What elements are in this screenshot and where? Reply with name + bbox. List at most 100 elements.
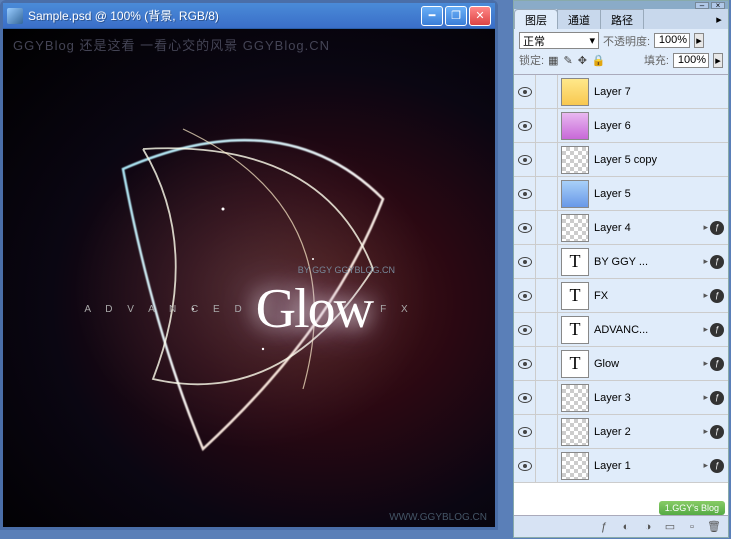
- layer-row[interactable]: T FX ▸ƒ: [514, 279, 728, 313]
- fx-badge-icon[interactable]: ƒ: [710, 323, 724, 337]
- layer-row[interactable]: T Glow ▸ƒ: [514, 347, 728, 381]
- lock-pixels-icon[interactable]: ✎: [563, 54, 572, 67]
- layer-name[interactable]: Layer 2: [592, 426, 703, 438]
- layer-thumb[interactable]: [561, 112, 589, 140]
- fx-expand-icon[interactable]: ▸: [703, 256, 708, 267]
- link-col[interactable]: [536, 75, 558, 108]
- layer-thumb[interactable]: [561, 214, 589, 242]
- fx-expand-icon[interactable]: ▸: [703, 324, 708, 335]
- minimize-button[interactable]: ━: [421, 6, 443, 26]
- titlebar[interactable]: Sample.psd @ 100% (背景, RGB/8) ━ ❐ ✕: [3, 3, 495, 29]
- layer-row[interactable]: Layer 2 ▸ƒ: [514, 415, 728, 449]
- fill-input[interactable]: 100%: [673, 53, 709, 68]
- layer-thumb[interactable]: [561, 78, 589, 106]
- type-layer-thumb[interactable]: T: [561, 282, 589, 310]
- fx-badge-icon[interactable]: ƒ: [710, 221, 724, 235]
- close-button[interactable]: ✕: [469, 6, 491, 26]
- lock-all-icon[interactable]: 🔒: [592, 54, 606, 67]
- fill-slider-icon[interactable]: ▸: [713, 53, 723, 68]
- layer-name[interactable]: ADVANC...: [592, 324, 703, 336]
- link-col[interactable]: [536, 109, 558, 142]
- visibility-toggle[interactable]: [514, 75, 536, 108]
- layer-mask-icon[interactable]: ◐: [618, 519, 634, 535]
- layer-thumb[interactable]: [561, 384, 589, 412]
- panel-close-icon[interactable]: ×: [711, 2, 725, 9]
- link-col[interactable]: [536, 143, 558, 176]
- visibility-toggle[interactable]: [514, 415, 536, 448]
- layer-row[interactable]: Layer 3 ▸ƒ: [514, 381, 728, 415]
- maximize-button[interactable]: ❐: [445, 6, 467, 26]
- fx-badge-icon[interactable]: ƒ: [710, 289, 724, 303]
- lock-position-icon[interactable]: ✥: [578, 54, 587, 67]
- layer-thumb[interactable]: [561, 180, 589, 208]
- adjustment-layer-icon[interactable]: ◑: [640, 519, 656, 535]
- link-col[interactable]: [536, 381, 558, 414]
- visibility-toggle[interactable]: [514, 347, 536, 380]
- layer-row[interactable]: Layer 5 copy: [514, 143, 728, 177]
- tab-layers[interactable]: 图层: [514, 9, 558, 29]
- visibility-toggle[interactable]: [514, 245, 536, 278]
- visibility-toggle[interactable]: [514, 177, 536, 210]
- visibility-toggle[interactable]: [514, 143, 536, 176]
- visibility-toggle[interactable]: [514, 449, 536, 482]
- layer-name[interactable]: Layer 5 copy: [592, 154, 728, 166]
- fx-badge-icon[interactable]: ƒ: [710, 425, 724, 439]
- link-col[interactable]: [536, 415, 558, 448]
- fx-badge-icon[interactable]: ƒ: [710, 391, 724, 405]
- fx-badge-icon[interactable]: ƒ: [710, 459, 724, 473]
- fx-expand-icon[interactable]: ▸: [703, 392, 708, 403]
- panel-handle[interactable]: – ×: [514, 1, 728, 9]
- opacity-slider-icon[interactable]: ▸: [694, 33, 704, 48]
- fx-badge-icon[interactable]: ƒ: [710, 255, 724, 269]
- layer-row[interactable]: T BY GGY ... ▸ƒ: [514, 245, 728, 279]
- fx-menu-icon[interactable]: ƒ: [596, 519, 612, 535]
- layer-row[interactable]: Layer 7: [514, 75, 728, 109]
- type-layer-thumb[interactable]: T: [561, 316, 589, 344]
- layer-row[interactable]: Layer 6: [514, 109, 728, 143]
- tab-channels[interactable]: 通道: [557, 9, 601, 29]
- layer-name[interactable]: Layer 7: [592, 86, 728, 98]
- layer-row[interactable]: Layer 1 ▸ƒ: [514, 449, 728, 483]
- layer-thumb[interactable]: [561, 418, 589, 446]
- link-col[interactable]: [536, 177, 558, 210]
- visibility-toggle[interactable]: [514, 313, 536, 346]
- canvas-area[interactable]: GGYBlog 还是这看 一看心交的风景 GGYBlog.CN BY GGY G…: [3, 29, 495, 527]
- visibility-toggle[interactable]: [514, 381, 536, 414]
- layer-name[interactable]: Glow: [592, 358, 703, 370]
- fx-expand-icon[interactable]: ▸: [703, 460, 708, 471]
- link-col[interactable]: [536, 313, 558, 346]
- layer-name[interactable]: Layer 4: [592, 222, 703, 234]
- opacity-input[interactable]: 100%: [654, 33, 690, 48]
- fx-expand-icon[interactable]: ▸: [703, 290, 708, 301]
- fx-expand-icon[interactable]: ▸: [703, 222, 708, 233]
- panel-minimize-icon[interactable]: –: [695, 2, 709, 9]
- tab-paths[interactable]: 路径: [600, 9, 644, 29]
- delete-layer-icon[interactable]: 🗑: [706, 519, 722, 535]
- type-layer-thumb[interactable]: T: [561, 248, 589, 276]
- link-col[interactable]: [536, 211, 558, 244]
- new-group-icon[interactable]: ▭: [662, 519, 678, 535]
- fx-expand-icon[interactable]: ▸: [703, 358, 708, 369]
- layer-list[interactable]: Layer 7 Layer 6 Layer 5 copy Layer 5 Lay…: [514, 75, 728, 515]
- layer-row[interactable]: Layer 5: [514, 177, 728, 211]
- blend-mode-select[interactable]: 正常 ▾: [519, 32, 599, 49]
- layer-thumb[interactable]: [561, 452, 589, 480]
- new-layer-icon[interactable]: ▫: [684, 519, 700, 535]
- link-col[interactable]: [536, 347, 558, 380]
- visibility-toggle[interactable]: [514, 109, 536, 142]
- layer-name[interactable]: FX: [592, 290, 703, 302]
- layer-name[interactable]: BY GGY ...: [592, 256, 703, 268]
- type-layer-thumb[interactable]: T: [561, 350, 589, 378]
- layer-name[interactable]: Layer 5: [592, 188, 728, 200]
- layer-thumb[interactable]: [561, 146, 589, 174]
- link-col[interactable]: [536, 279, 558, 312]
- panel-menu-icon[interactable]: ▸: [710, 9, 728, 29]
- layer-name[interactable]: Layer 3: [592, 392, 703, 404]
- layer-name[interactable]: Layer 1: [592, 460, 703, 472]
- fx-badge-icon[interactable]: ƒ: [710, 357, 724, 371]
- visibility-toggle[interactable]: [514, 279, 536, 312]
- layer-row[interactable]: Layer 4 ▸ƒ: [514, 211, 728, 245]
- link-col[interactable]: [536, 245, 558, 278]
- visibility-toggle[interactable]: [514, 211, 536, 244]
- link-col[interactable]: [536, 449, 558, 482]
